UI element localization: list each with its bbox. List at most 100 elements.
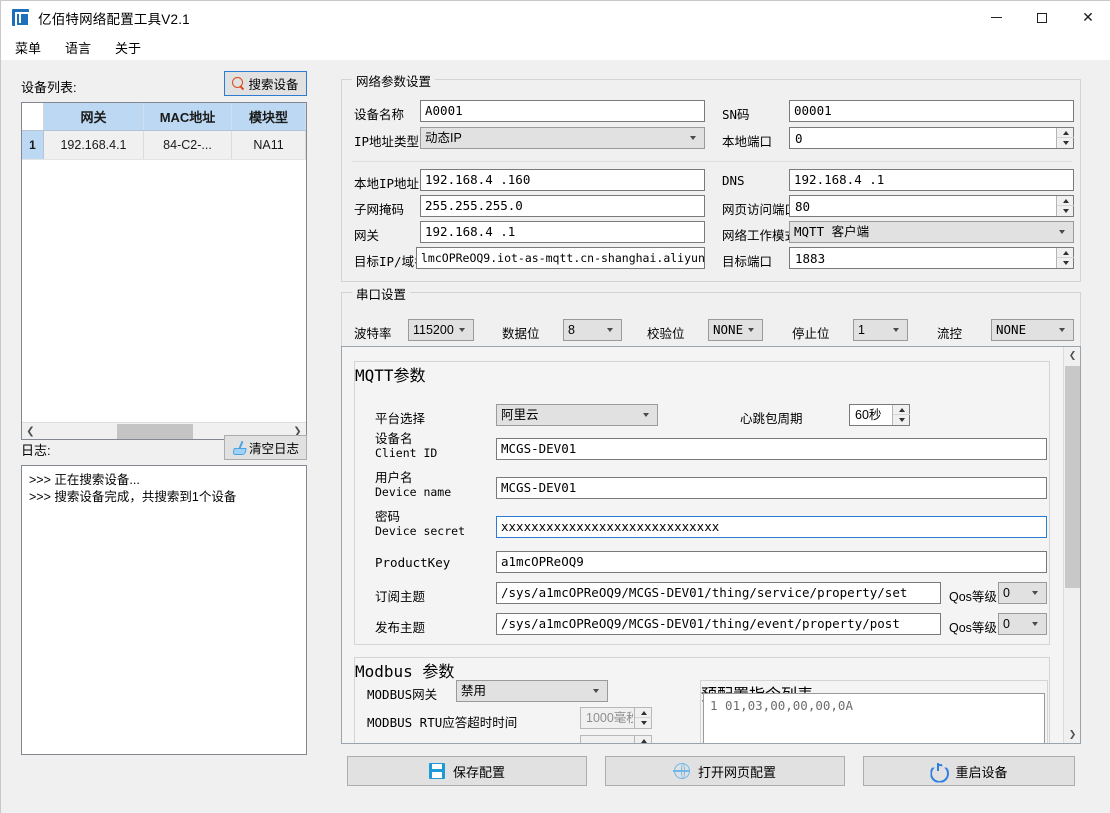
ip-type-select[interactable]: 动态IP (420, 127, 705, 149)
baudrate-select[interactable]: 115200 (408, 319, 474, 341)
subscribe-qos-value: 0 (1003, 586, 1010, 600)
network-settings-title: 网络参数设置 (352, 71, 435, 90)
search-device-label: 搜索设备 (248, 74, 298, 93)
password-input[interactable]: xxxxxxxxxxxxxxxxxxxxxxxxxxxxx (496, 516, 1047, 538)
target-port-spinner[interactable]: 1883 (789, 247, 1074, 269)
baudrate-value: 115200 (413, 323, 454, 337)
publish-qos-select[interactable]: 0 (998, 613, 1047, 635)
spinner-buttons[interactable] (892, 405, 909, 425)
web-port-spinner[interactable]: 80 (789, 195, 1074, 217)
window-title: 亿佰特网络配置工具V2.1 (38, 8, 190, 28)
dns-input[interactable]: 192.168.4 .1 (789, 169, 1074, 191)
spinner-down-icon[interactable] (1057, 258, 1074, 268)
databits-select[interactable]: 8 (563, 319, 622, 341)
ip-type-label: IP地址类型 (354, 131, 419, 150)
clear-log-button[interactable]: 清空日志 (224, 435, 307, 460)
spinner-buttons[interactable] (634, 708, 651, 728)
databits-value: 8 (568, 323, 575, 337)
spinner-buttons[interactable] (634, 736, 651, 744)
save-config-button[interactable]: 保存配置 (347, 756, 587, 786)
subscribe-topic-input[interactable]: /sys/a1mcOPReOQ9/MCGS-DEV01/thing/servic… (496, 582, 941, 604)
device-name-input[interactable]: A0001 (420, 100, 705, 122)
modbus-parameters-title: Modbus 参数 (355, 662, 454, 681)
scroll-thumb[interactable] (1065, 366, 1080, 588)
client-id-label-cn: 设备名 (375, 432, 437, 446)
scroll-up-icon[interactable]: ❮ (1064, 347, 1081, 364)
open-web-config-label: 打开网页配置 (698, 762, 776, 781)
spinner-down-icon[interactable] (1057, 206, 1074, 216)
spinner-buttons[interactable] (1056, 128, 1073, 148)
search-device-button[interactable]: 搜索设备 (224, 71, 307, 96)
row-module: NA11 (232, 131, 306, 159)
target-ip-input[interactable]: lmcOPReOQ9.iot-as-mqtt.cn-shanghai.aliyu… (416, 247, 705, 269)
scroll-down-icon[interactable]: ❯ (1064, 726, 1081, 743)
publish-topic-input[interactable]: /sys/a1mcOPReOQ9/MCGS-DEV01/thing/event/… (496, 613, 941, 635)
spinner-down-icon[interactable] (893, 415, 910, 425)
gateway-input[interactable]: 192.168.4 .1 (420, 221, 705, 243)
minimize-button[interactable] (973, 1, 1019, 34)
publish-qos-value: 0 (1003, 617, 1010, 631)
local-ip-input[interactable]: 192.168.4 .160 (420, 169, 705, 191)
heartbeat-label: 心跳包周期 (740, 408, 803, 427)
advanced-settings-scroll-panel[interactable]: MQTT参数 平台选择 阿里云 心跳包周期 60秒 (341, 346, 1081, 744)
device-list-label: 设备列表: (21, 77, 77, 96)
spinner-up-icon[interactable] (1057, 196, 1074, 206)
modbus-gateway-select[interactable]: 禁用 (456, 680, 608, 702)
productkey-input[interactable]: a1mcOPReOQ9 (496, 551, 1047, 573)
scroll-left-icon[interactable]: ❮ (22, 423, 39, 440)
subnet-label: 子网掩码 (354, 199, 404, 218)
parity-label: 校验位 (647, 323, 685, 342)
spinner-up-icon[interactable] (1057, 128, 1074, 138)
reboot-device-label: 重启设备 (955, 762, 1007, 781)
spinner-buttons[interactable] (1056, 248, 1073, 268)
chevron-down-icon (593, 689, 600, 693)
web-port-label: 网页访问端口 (722, 199, 797, 218)
subscribe-qos-select[interactable]: 0 (998, 582, 1047, 604)
advanced-panel-vertical-scrollbar[interactable]: ❮ ❯ (1063, 347, 1080, 743)
sn-input[interactable]: 00001 (789, 100, 1074, 122)
scroll-thumb[interactable] (117, 424, 193, 439)
save-config-label: 保存配置 (453, 762, 505, 781)
device-list-table[interactable]: 网关 MAC地址 模块型 1 192.168.4.1 84-C2-... NA1… (21, 102, 307, 440)
flowcontrol-select[interactable]: NONE (991, 319, 1074, 341)
username-label-en: Device name (375, 485, 451, 499)
spinner-down-icon[interactable] (635, 718, 652, 728)
heartbeat-spinner[interactable]: 60秒 (849, 404, 910, 426)
subnet-input[interactable]: 255.255.255.0 (420, 195, 705, 217)
modbus-rtu-timeout-spinner[interactable]: 1000毫秒 (580, 707, 652, 729)
globe-icon (674, 763, 690, 779)
spinner-down-icon[interactable] (1057, 138, 1074, 148)
table-row[interactable]: 1 192.168.4.1 84-C2-... NA11 (22, 131, 306, 160)
productkey-label: ProductKey (375, 555, 450, 570)
spinner-up-icon[interactable] (893, 405, 910, 415)
chevron-down-icon (690, 136, 697, 140)
spinner-up-icon[interactable] (1057, 248, 1074, 258)
modbus-extra-spinner[interactable] (580, 735, 652, 744)
spinner-up-icon[interactable] (635, 708, 652, 718)
preconfig-command-list[interactable]: 1 01,03,00,00,00,0A (703, 693, 1045, 744)
maximize-button[interactable] (1019, 1, 1065, 34)
menu-item-menu[interactable]: 菜单 (15, 38, 41, 57)
reboot-device-button[interactable]: 重启设备 (863, 756, 1075, 786)
serial-settings-title: 串口设置 (352, 284, 410, 303)
local-port-spinner[interactable]: 0 (789, 127, 1074, 149)
spinner-buttons[interactable] (1056, 196, 1073, 216)
platform-select[interactable]: 阿里云 (496, 404, 658, 426)
username-input[interactable]: MCGS-DEV01 (496, 477, 1047, 499)
spinner-up-icon[interactable] (635, 736, 652, 744)
work-mode-select[interactable]: MQTT 客户端 (789, 221, 1074, 243)
client-id-label: 设备名 Client ID (375, 432, 437, 460)
open-web-config-button[interactable]: 打开网页配置 (605, 756, 845, 786)
client-id-input[interactable]: MCGS-DEV01 (496, 438, 1047, 460)
menu-item-language[interactable]: 语言 (65, 38, 91, 57)
menu-item-about[interactable]: 关于 (115, 38, 141, 57)
preconfig-command-list-group: 预配置指令列表 1 01,03,00,00,00,0A (700, 680, 1048, 744)
close-button[interactable]: ✕ (1065, 1, 1110, 34)
chevron-down-icon (1032, 622, 1039, 626)
row-gateway: 192.168.4.1 (44, 131, 144, 159)
parity-select[interactable]: NONE (708, 319, 763, 341)
log-output[interactable]: >>> 正在搜索设备... >>> 搜索设备完成，共搜索到1个设备 (21, 465, 307, 755)
stopbits-select[interactable]: 1 (853, 319, 908, 341)
chevron-down-icon (893, 328, 900, 332)
subscribe-qos-label: Qos等级 (949, 586, 997, 605)
